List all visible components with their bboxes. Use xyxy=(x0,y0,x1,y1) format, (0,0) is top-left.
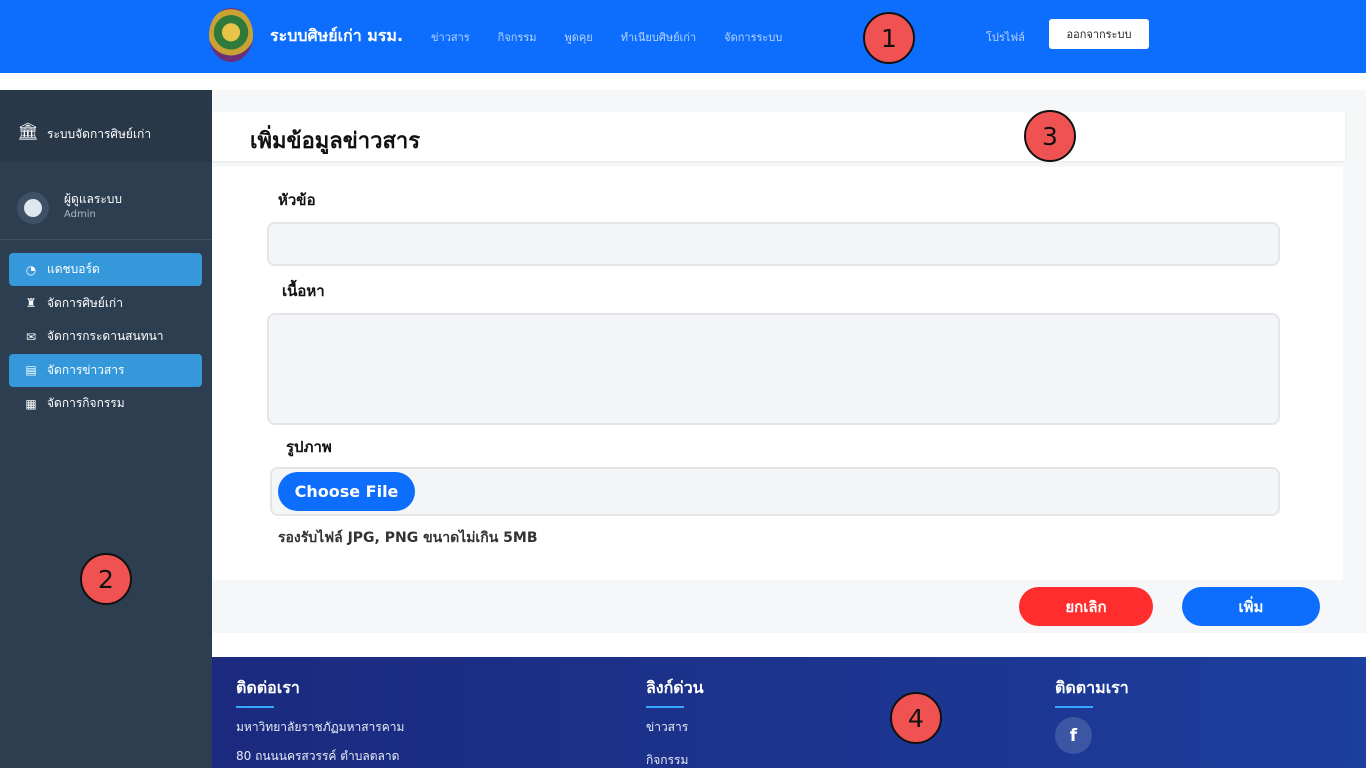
file-hint: รองรับไฟล์ JPG, PNG ขนาดไม่เกิน 5MB xyxy=(278,530,538,546)
contact-line: 80 ถนนนครสวรรค์ ตำบลตลาด xyxy=(236,749,400,763)
sidebar-item-label: จัดการกระดานสนทนา xyxy=(47,329,164,344)
institution-icon: 🏛 xyxy=(17,122,39,142)
footer: ติดต่อเรา มหาวิทยาลัยราชภัฏมหาสารคาม 80 … xyxy=(212,657,1366,768)
annotation-marker-4: 4 xyxy=(890,692,942,744)
avatar xyxy=(17,192,49,224)
contact-line: มหาวิทยาลัยราชภัฏมหาสารคาม xyxy=(236,720,405,734)
sidebar-user: ผู้ดูแลระบบ Admin xyxy=(0,162,212,240)
title-label: หัวข้อ xyxy=(278,191,316,209)
nav-link-directory[interactable]: ทำเนียบศิษย์เก่า xyxy=(621,28,696,46)
sidebar-header: 🏛 ระบบจัดการศิษย์เก่า xyxy=(0,90,212,162)
footer-follow-heading: ติดตามเรา xyxy=(1055,678,1129,697)
sidebar-item-alumni[interactable]: ♜ จัดการศิษย์เก่า xyxy=(9,287,202,320)
annotation-marker-1: 1 xyxy=(863,12,915,64)
university-logo[interactable] xyxy=(209,8,253,62)
nav-link-activities[interactable]: กิจกรรม xyxy=(498,28,537,46)
nav-link-chat[interactable]: พูดคุย xyxy=(565,28,593,46)
sidebar: 🏛 ระบบจัดการศิษย์เก่า ผู้ดูแลระบบ Admin … xyxy=(0,90,212,768)
sidebar-item-label: จัดการศิษย์เก่า xyxy=(47,295,123,310)
sidebar-item-news[interactable]: ▤ จัดการข่าวสาร xyxy=(9,353,202,387)
navbar-spacer xyxy=(0,73,1366,90)
sidebar-item-label: จัดการข่าวสาร xyxy=(47,362,125,377)
newspaper-icon: ▤ xyxy=(25,363,37,378)
page-title: เพิ่มข้อมูลข่าวสาร xyxy=(250,129,421,154)
brand-title[interactable]: ระบบศิษย์เก่า มรม. xyxy=(270,24,403,49)
footer-quick-links: ลิงก์ด่วน ข่าวสาร กิจกรรม xyxy=(646,676,704,768)
image-label: รูปภาพ xyxy=(286,438,332,456)
user-name: ผู้ดูแลระบบ xyxy=(64,192,123,206)
user-role: Admin xyxy=(64,209,96,220)
sidebar-item-forum[interactable]: ✉ จัดการกระดานสนทนา xyxy=(9,320,202,353)
choose-file-button[interactable]: Choose File xyxy=(278,472,415,511)
calendar-icon: ▦ xyxy=(25,396,37,411)
heading-underline xyxy=(236,706,274,708)
user-circle-icon xyxy=(24,199,42,217)
nav-links: ข่าวสาร กิจกรรม พูดคุย ทำเนียบศิษย์เก่า … xyxy=(431,28,782,46)
page-header: เพิ่มข้อมูลข่าวสาร xyxy=(212,112,1345,161)
nav-link-news[interactable]: ข่าวสาร xyxy=(431,28,470,46)
footer-quick-heading: ลิงก์ด่วน xyxy=(646,678,704,697)
cancel-button[interactable]: ยกเลิก xyxy=(1019,587,1153,626)
top-navbar: ระบบศิษย์เก่า มรม. ข่าวสาร กิจกรรม พูดคุ… xyxy=(0,0,1366,73)
graduate-icon: ♜ xyxy=(25,296,37,311)
file-input[interactable]: Choose File xyxy=(270,467,1280,516)
sidebar-item-dashboard[interactable]: ◔ แดชบอร์ด xyxy=(9,253,202,286)
dashboard-icon: ◔ xyxy=(25,262,37,277)
sidebar-item-label: จัดการกิจกรรม xyxy=(47,396,125,411)
heading-underline xyxy=(646,706,684,708)
content-textarea[interactable] xyxy=(267,313,1280,425)
comments-icon: ✉ xyxy=(25,329,37,344)
facebook-icon[interactable]: f xyxy=(1055,717,1092,754)
sidebar-item-label: แดชบอร์ด xyxy=(47,262,100,276)
sidebar-menu: ◔ แดชบอร์ด ♜ จัดการศิษย์เก่า ✉ จัดการกระ… xyxy=(9,253,202,421)
news-form: หัวข้อ เนื้อหา รูปภาพ Choose File รองรับ… xyxy=(212,167,1343,580)
footer-contact: ติดต่อเรา มหาวิทยาลัยราชภัฏมหาสารคาม 80 … xyxy=(236,676,404,766)
sidebar-item-activities[interactable]: ▦ จัดการกิจกรรม xyxy=(9,387,202,420)
title-input[interactable] xyxy=(267,222,1280,266)
sidebar-title: ระบบจัดการศิษย์เก่า xyxy=(47,127,152,141)
quick-link-news[interactable]: ข่าวสาร xyxy=(646,718,704,737)
annotation-marker-3: 3 xyxy=(1024,110,1076,162)
quick-link-activities[interactable]: กิจกรรม xyxy=(646,751,704,768)
logout-button[interactable]: ออกจากระบบ xyxy=(1049,19,1149,49)
footer-follow: ติดตามเรา f xyxy=(1055,676,1129,754)
annotation-marker-2: 2 xyxy=(80,553,132,605)
footer-contact-heading: ติดต่อเรา xyxy=(236,678,300,697)
profile-link[interactable]: โปรไฟล์ xyxy=(986,28,1025,46)
nav-link-admin[interactable]: จัดการระบบ xyxy=(724,28,782,46)
add-button[interactable]: เพิ่ม xyxy=(1182,587,1320,626)
content-footer-gap xyxy=(212,633,1366,657)
heading-underline xyxy=(1055,706,1093,708)
content-label: เนื้อหา xyxy=(282,282,325,300)
